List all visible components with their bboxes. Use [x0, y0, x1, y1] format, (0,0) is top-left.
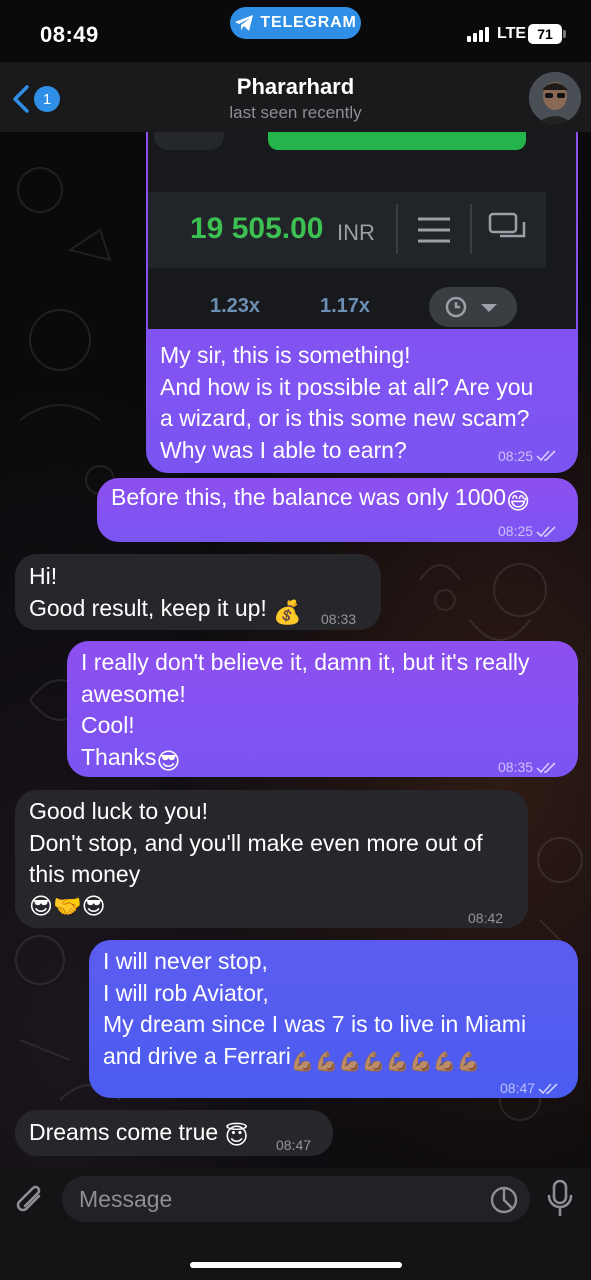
emoji: 💪🏽💪🏽💪🏽💪🏽💪🏽💪🏽💪🏽💪🏽 [290, 1051, 481, 1073]
status-bar: 08:49 TELEGRAM LTE 71 [0, 0, 591, 62]
balance-value: 19 505.00 [190, 212, 324, 245]
message-text: Dreams come true [29, 1119, 225, 1145]
message-meta: 08:47 [500, 1073, 558, 1105]
emoji: 💰 [273, 598, 302, 625]
message-line: I will rob Aviator, [103, 979, 269, 1006]
composer-bar: Message [0, 1168, 591, 1280]
read-checks-icon [538, 1083, 558, 1094]
message-time: 08:25 [498, 523, 534, 539]
message-meta: 08:42 [468, 903, 503, 935]
read-checks-icon [536, 526, 556, 537]
battery-level: 71 [537, 26, 553, 42]
contact-name[interactable]: Phararhard [0, 74, 591, 100]
status-time: 08:49 [40, 22, 99, 47]
message-line: Good luck to you! [29, 798, 208, 824]
message-line: And how is it possible at all? Are you [160, 373, 534, 400]
telegram-pill[interactable]: TELEGRAM [230, 7, 361, 39]
message-line: and drive a Ferrari [103, 1042, 291, 1069]
network-label: LTE [497, 25, 527, 42]
emoji: 😎 [156, 747, 181, 774]
sticker-icon[interactable] [489, 1185, 519, 1215]
read-checks-icon [536, 450, 556, 462]
telegram-pill-label: TELEGRAM [260, 14, 357, 31]
message-line: Don't stop, and you'll make even more ou… [29, 829, 483, 856]
message-time: 08:35 [498, 759, 534, 775]
message-line: Good result, keep it up! [29, 594, 267, 621]
emoji: 😎🤝😎 [29, 892, 106, 919]
message-input[interactable]: Message [62, 1176, 530, 1222]
incoming-message[interactable]: Good luck to you! Don't stop, and you'll… [15, 790, 528, 928]
message-time: 08:33 [321, 611, 357, 627]
balance-currency: INR [337, 220, 375, 245]
multiplier: 1.23x [210, 295, 261, 317]
emoji: 😇 [224, 1123, 249, 1149]
contact-status: last seen recently [229, 103, 362, 122]
message-time: 08:42 [468, 910, 504, 926]
message-line: this money [29, 861, 141, 887]
message-line: My dream since I was 7 is to live in Mia… [103, 1011, 527, 1037]
telegram-plane-icon [235, 15, 254, 31]
message-meta: 08:25 [498, 448, 556, 464]
microphone-icon[interactable] [546, 1179, 574, 1217]
message-line: I will never stop, [103, 948, 268, 974]
message-meta: 08:35 [498, 752, 556, 784]
emoji: 😅 [506, 488, 531, 514]
incoming-message[interactable]: Hi! Good result, keep it up! 💰 08:33 [15, 554, 381, 630]
message-line: Thanks [81, 743, 157, 770]
read-checks-icon [536, 762, 556, 773]
incoming-message[interactable]: Dreams come true 😇 08:47 [15, 1110, 333, 1156]
message-text: Before this, the balance was only 1000 [111, 484, 507, 510]
battery-icon: 71 [528, 24, 566, 44]
outgoing-message[interactable]: I will never stop, I will rob Aviator, M… [89, 940, 578, 1098]
message-time: 08:47 [500, 1080, 536, 1096]
outgoing-message[interactable]: I really don't believe it, damn it, but … [67, 641, 578, 777]
message-line: My sir, this is something! [160, 342, 411, 368]
message-line: a wizard, or is this some new scam? [160, 405, 530, 431]
chat-icon [488, 212, 526, 238]
menu-icon [418, 217, 450, 243]
history-icon [445, 296, 497, 318]
home-indicator[interactable] [190, 1262, 402, 1268]
outgoing-message[interactable]: Before this, the balance was only 1000😅 … [97, 478, 578, 542]
game-bet-button [154, 132, 224, 150]
message-line: awesome! [81, 680, 186, 707]
paperclip-icon[interactable] [13, 1182, 47, 1218]
chat-header: 1 Phararhard last seen recently [0, 62, 591, 132]
message-line: I really don't believe it, damn it, but … [81, 649, 530, 675]
message-meta: 08:47 [276, 1130, 311, 1162]
message-meta: 08:25 [498, 516, 556, 548]
avatar[interactable] [529, 72, 581, 124]
message-time: 08:47 [276, 1137, 312, 1153]
history-button [429, 287, 517, 327]
game-screenshot-image[interactable]: 19 505.00 INR 1.23x 1.17x [148, 132, 576, 329]
game-play-button [268, 132, 526, 150]
message-line: Cool! [81, 712, 135, 738]
divider [396, 204, 398, 254]
signal-icon [467, 27, 489, 42]
message-time: 08:25 [498, 448, 534, 464]
multiplier: 1.17x [320, 295, 371, 317]
message-line: Hi! [29, 563, 58, 589]
message-meta: 08:33 [321, 604, 356, 636]
divider [470, 204, 472, 254]
